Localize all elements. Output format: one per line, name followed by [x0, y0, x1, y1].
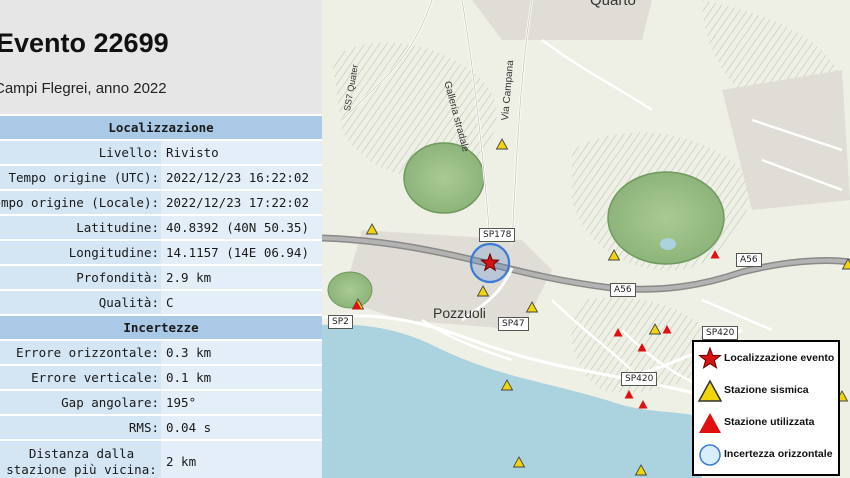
- field-label: Profondità:: [0, 264, 161, 290]
- field-label: Errore verticale:: [0, 364, 161, 390]
- legend-label-used-station: Stazione utilizzata: [724, 416, 815, 428]
- circle-icon: [699, 444, 721, 466]
- table-row: Errore verticale: 0.1 km: [0, 364, 322, 390]
- shield-sp2: SP2: [328, 315, 353, 329]
- field-label-text: Qualità:: [98, 295, 159, 310]
- map-legend: Localizzazione evento Stazione sismica S…: [692, 340, 840, 476]
- field-label: Distanza dalla stazione più vicina:: [0, 439, 161, 478]
- field-label: Tempo origine (UTC):: [0, 164, 161, 190]
- table-row: Errore orizzontale: 0.3 km: [0, 339, 322, 365]
- label-pozzuoli: Pozzuoli: [433, 305, 486, 321]
- field-value: 14.1157 (14E 06.94): [161, 239, 322, 265]
- field-label-text: Errore verticale:: [31, 370, 159, 385]
- field-value: 0.1 km: [161, 364, 322, 390]
- table-row: Profondità: 2.9 km: [0, 264, 322, 290]
- event-title: Evento 22699: [0, 28, 169, 58]
- field-value: 0.04 s: [161, 414, 322, 440]
- event-info-panel: Evento 22699 Campi Flegrei, anno 2022 Lo…: [0, 0, 322, 478]
- field-label-text: Livello:: [98, 145, 159, 160]
- legend-row-uncertainty: Incertezza orizzontale: [694, 440, 838, 470]
- field-value: 2022/12/23 17:22:02: [161, 189, 322, 215]
- legend-row-seismic-station: Stazione sismica: [694, 376, 838, 406]
- field-label: Tempo origine (Locale):: [0, 189, 161, 215]
- field-label-text: Tempo origine (Locale):: [0, 195, 159, 210]
- event-details-table: Localizzazione Livello: Rivisto Tempo origi…: [0, 114, 322, 478]
- crater-west: [327, 271, 373, 309]
- field-value: 2 km: [161, 439, 322, 478]
- field-label-text: RMS:: [128, 420, 159, 435]
- crater-lake: [660, 238, 676, 250]
- section-header: Incertezze: [0, 314, 322, 340]
- field-label: RMS:: [0, 414, 161, 440]
- field-value: C: [161, 289, 322, 315]
- field-label: Livello:: [0, 139, 161, 165]
- table-row: Longitudine: 14.1157 (14E 06.94): [0, 239, 322, 265]
- crater-astroni: [607, 171, 725, 265]
- field-label-text: Gap angolare:: [61, 395, 159, 410]
- legend-label-seismic-station: Stazione sismica: [724, 384, 809, 396]
- section-header-row: Incertezze: [0, 314, 322, 340]
- event-subtitle: Campi Flegrei, anno 2022: [0, 80, 167, 97]
- shield-a56-right: A56: [736, 253, 762, 267]
- shield-sp178: SP178: [479, 228, 516, 242]
- shield-sp420-bottom: SP420: [621, 372, 658, 386]
- field-label-text: Distanza dalla stazione più vicina:: [6, 446, 157, 477]
- field-label-text: Errore orizzontale:: [16, 345, 159, 360]
- table-row: Latitudine: 40.8392 (40N 50.35): [0, 214, 322, 240]
- field-label-text: Tempo origine (UTC):: [8, 170, 159, 185]
- field-value: 195°: [161, 389, 322, 415]
- shield-sp47: SP47: [498, 317, 529, 331]
- field-label: Qualità:: [0, 289, 161, 315]
- table-row: Livello: Rivisto: [0, 139, 322, 165]
- field-label-text: Longitudine:: [68, 245, 159, 260]
- legend-row-epicenter: Localizzazione evento: [694, 344, 838, 374]
- table-row: Qualità: C: [0, 289, 322, 315]
- field-value: 0.3 km: [161, 339, 322, 365]
- red-triangle-icon: [699, 413, 721, 433]
- legend-row-used-station: Stazione utilizzata: [694, 408, 838, 438]
- field-value: 2.9 km: [161, 264, 322, 290]
- table-row: Tempo origine (Locale): 2022/12/23 17:22:…: [0, 189, 322, 215]
- section-header-row: Localizzazione: [0, 114, 322, 140]
- field-value: 2022/12/23 16:22:02: [161, 164, 322, 190]
- yellow-triangle-icon: [697, 379, 723, 402]
- star-icon: [698, 346, 722, 370]
- field-value: Rivisto: [161, 139, 322, 165]
- crater-solfatara-west: [403, 142, 485, 214]
- table-row: Tempo origine (UTC): 2022/12/23 16:22:02: [0, 164, 322, 190]
- field-label-text: Profondità:: [76, 270, 159, 285]
- table-row: Distanza dalla stazione più vicina: 2 km: [0, 439, 322, 478]
- label-quarto: Quarto: [590, 0, 636, 9]
- section-header: Localizzazione: [0, 114, 322, 140]
- field-label: Longitudine:: [0, 239, 161, 265]
- table-row: Gap angolare: 195°: [0, 389, 322, 415]
- field-label: Gap angolare:: [0, 389, 161, 415]
- legend-label-uncertainty: Incertezza orizzontale: [724, 448, 833, 460]
- field-label-text: Latitudine:: [76, 220, 159, 235]
- field-label: Errore orizzontale:: [0, 339, 161, 365]
- shield-sp420-top: SP420: [702, 326, 739, 340]
- shield-a56-mid: A56: [610, 283, 636, 297]
- field-label: Latitudine:: [0, 214, 161, 240]
- legend-label-epicenter: Localizzazione evento: [724, 352, 835, 364]
- field-value: 40.8392 (40N 50.35): [161, 214, 322, 240]
- table-row: RMS: 0.04 s: [0, 414, 322, 440]
